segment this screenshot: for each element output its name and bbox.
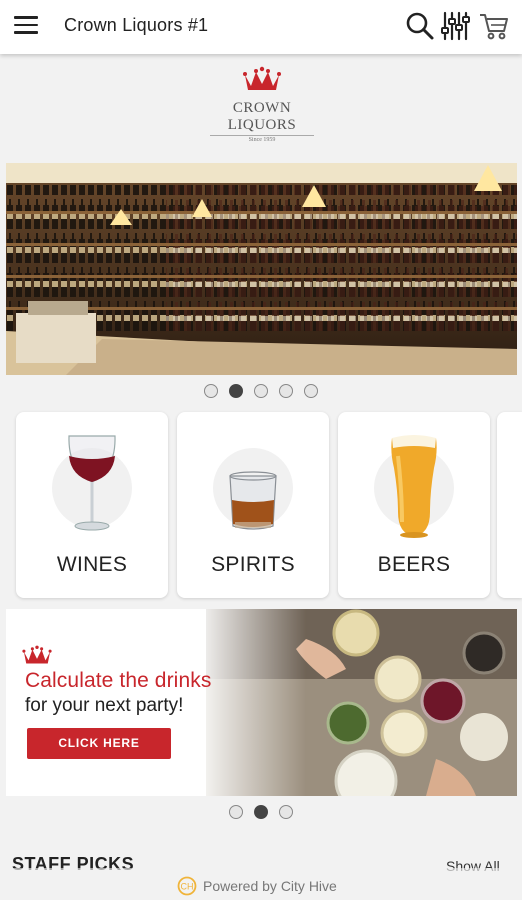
category-card-spirits[interactable]: SPIRITS [177, 412, 329, 598]
svg-text:CH: CH [181, 882, 194, 892]
store-logo: CROWN LIQUORS Since 1959 [210, 66, 314, 148]
category-card-wines[interactable]: WINES [16, 412, 168, 598]
category-card-beers[interactable]: BEERS [338, 412, 490, 598]
wine-glass-icon [68, 435, 116, 531]
category-label: BEERS [377, 553, 451, 576]
beer-glass-icon [391, 435, 437, 538]
promo-carousel-dots [229, 805, 293, 819]
city-hive-icon: CH [177, 876, 197, 896]
powered-by-footer: CH Powered by City Hive [0, 868, 522, 900]
carousel-dot[interactable] [254, 384, 268, 398]
menu-icon[interactable] [14, 15, 38, 35]
logo-text-crown: CROWN [232, 100, 292, 116]
cart-icon[interactable] [478, 10, 510, 42]
hero-banner-image[interactable] [6, 163, 517, 375]
category-label: SPIRITS [211, 553, 295, 576]
carousel-dot[interactable] [279, 805, 293, 819]
crown-logo-icon [243, 66, 281, 90]
category-label: WINES [56, 553, 128, 576]
promo-banner[interactable]: Calculate the drinks for your next party… [6, 609, 517, 796]
carousel-dot-active[interactable] [254, 805, 268, 819]
carousel-dot-active[interactable] [229, 384, 243, 398]
hero-carousel-dots [204, 384, 318, 398]
logo-since: Since 1959 [210, 135, 314, 143]
whiskey-glass-icon [229, 471, 277, 530]
carousel-dot[interactable] [229, 805, 243, 819]
carousel-dot[interactable] [304, 384, 318, 398]
search-icon[interactable] [404, 10, 436, 42]
store-interior-image [6, 163, 517, 375]
carousel-dot[interactable] [204, 384, 218, 398]
crown-icon [22, 645, 52, 664]
click-here-button[interactable]: CLICK HERE [27, 728, 171, 759]
powered-by-text: Powered by City Hive [203, 878, 337, 894]
category-card-next[interactable] [497, 412, 522, 598]
promo-headline: Calculate the drinks [25, 669, 212, 692]
app-bar: Crown Liquors #1 [0, 0, 522, 54]
page-title: Crown Liquors #1 [64, 15, 209, 35]
promo-subline: for your next party! [25, 695, 184, 716]
filter-icon[interactable] [440, 10, 472, 42]
carousel-dot[interactable] [279, 384, 293, 398]
logo-text-liquors: LIQUORS [227, 117, 297, 133]
